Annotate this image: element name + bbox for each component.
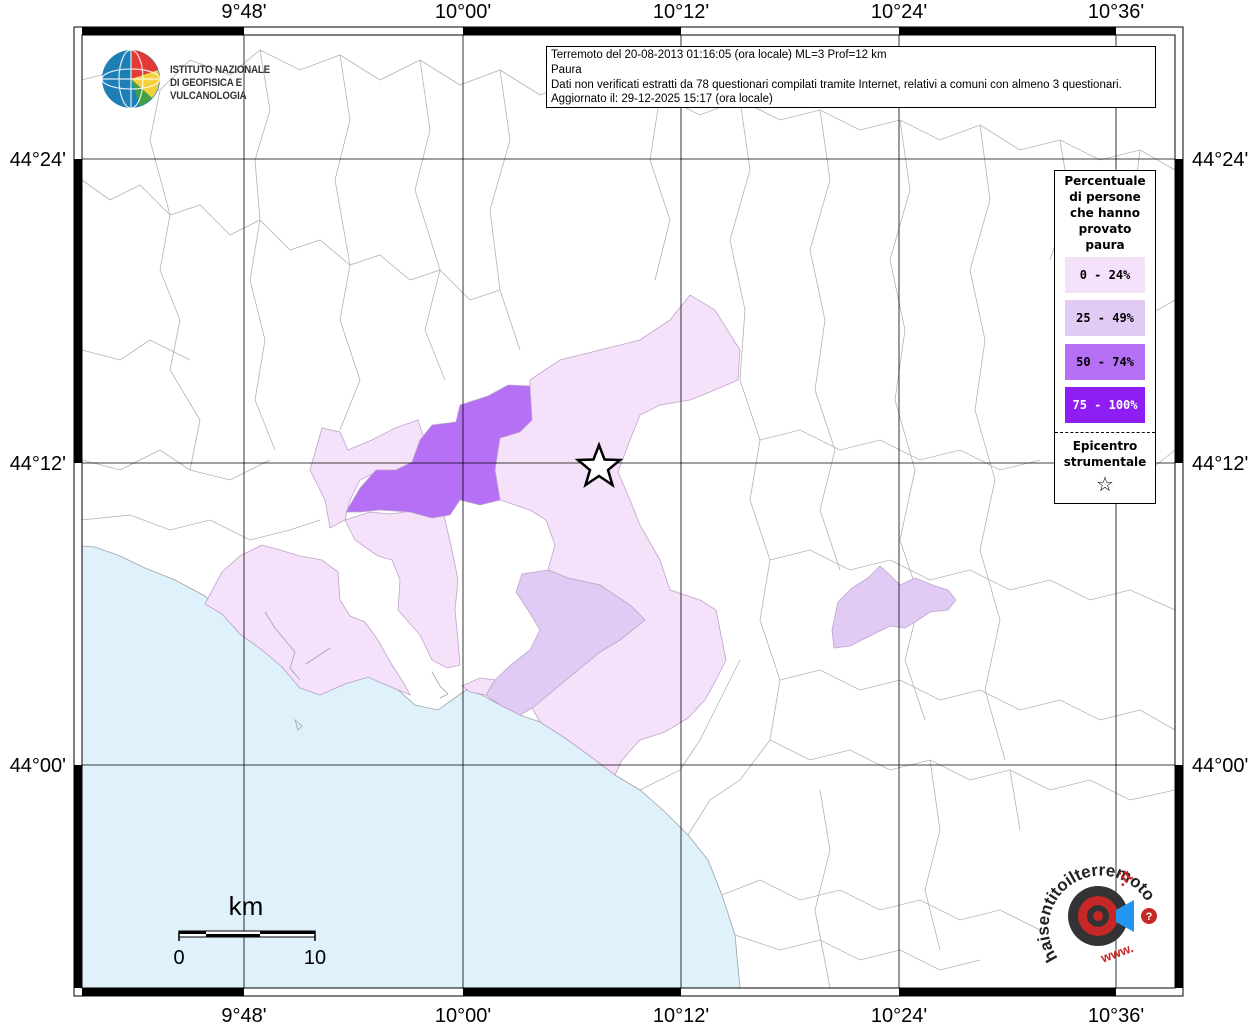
lat-labels-left: 44°24' 44°12' 44°00' bbox=[10, 149, 66, 777]
scale-unit: km bbox=[229, 891, 264, 921]
lon-label: 9°48' bbox=[221, 1, 266, 23]
update-time: Aggiornato il: 29-12-2025 15:17 (ora loc… bbox=[551, 93, 773, 106]
map-parameter: Paura bbox=[551, 63, 582, 76]
ingv-globe-icon bbox=[101, 49, 161, 109]
data-note: Dati non verificati estratti da 78 quest… bbox=[551, 78, 1122, 91]
lat-labels-right: 44°24' 44°12' 44°00' bbox=[1192, 149, 1248, 777]
legend-swatch-25-49: 25 - 49% bbox=[1065, 300, 1145, 336]
event-info-box: Terremoto del 20-08-2013 01:16:05 (ora l… bbox=[546, 46, 1156, 108]
legend-title-line: paura bbox=[1085, 238, 1125, 252]
lon-label: 10°00' bbox=[435, 1005, 491, 1024]
lon-label: 10°00' bbox=[435, 1, 491, 23]
legend-swatch-0-24: 0 - 24% bbox=[1065, 257, 1145, 293]
institute-name: ISTITUTO NAZIONALE DI GEOFISICA E VULCAN… bbox=[170, 64, 311, 103]
lon-label: 10°36' bbox=[1088, 1, 1144, 23]
institute-line: ISTITUTO NAZIONALE bbox=[170, 64, 270, 76]
svg-text:?: ? bbox=[1146, 911, 1153, 923]
legend-title-line: di persone bbox=[1069, 190, 1141, 204]
lon-label: 10°12' bbox=[653, 1, 709, 23]
lat-label: 44°00' bbox=[10, 755, 66, 777]
haisentito-logo: haisentitoilterremoto .it www. ? bbox=[1036, 861, 1159, 966]
star-icon: ☆ bbox=[1096, 472, 1114, 496]
lon-label: 9°48' bbox=[221, 1005, 266, 1024]
lon-label: 10°36' bbox=[1088, 1005, 1144, 1024]
legend-swatch-50-74: 50 - 74% bbox=[1065, 344, 1145, 380]
lon-label: 10°12' bbox=[653, 1005, 709, 1024]
legend-title: Percentuale di persone che hanno provato… bbox=[1055, 171, 1155, 253]
event-title: Terremoto del 20-08-2013 01:16:05 (ora l… bbox=[551, 49, 887, 61]
legend-title-line: Percentuale bbox=[1064, 174, 1146, 188]
scale-end: 10 bbox=[304, 947, 326, 969]
lat-label: 44°12' bbox=[1192, 453, 1248, 475]
scale-start: 0 bbox=[173, 947, 184, 969]
legend-title-line: che hanno bbox=[1070, 206, 1140, 220]
lat-label: 44°12' bbox=[10, 453, 66, 475]
lon-labels-bottom: 9°48' 10°00' 10°12' 10°24' 10°36' bbox=[221, 1005, 1144, 1024]
legend-title-line: provato bbox=[1078, 222, 1132, 236]
lon-label: 10°24' bbox=[871, 1, 927, 23]
legend-swatch-75-100: 75 - 100% bbox=[1065, 387, 1145, 423]
lat-label: 44°24' bbox=[10, 149, 66, 171]
epicenter-legend-line: Epicentro bbox=[1072, 439, 1138, 453]
lat-label: 44°24' bbox=[1192, 149, 1248, 171]
lat-label: 44°00' bbox=[1192, 755, 1248, 777]
epicenter-legend-label: Epicentro strumentale bbox=[1055, 438, 1155, 470]
lon-label: 10°24' bbox=[871, 1005, 927, 1024]
institute-line: DI GEOFISICA E VULCANOLOGIA bbox=[170, 77, 247, 102]
ingv-logo: ISTITUTO NAZIONALE DI GEOFISICA E VULCAN… bbox=[100, 48, 330, 110]
epicenter-legend-line: strumentale bbox=[1063, 455, 1147, 469]
lon-labels-top: 9°48' 10°00' 10°12' 10°24' 10°36' bbox=[221, 1, 1144, 23]
legend-divider bbox=[1055, 432, 1155, 433]
legend: Percentuale di persone che hanno provato… bbox=[1054, 170, 1156, 504]
